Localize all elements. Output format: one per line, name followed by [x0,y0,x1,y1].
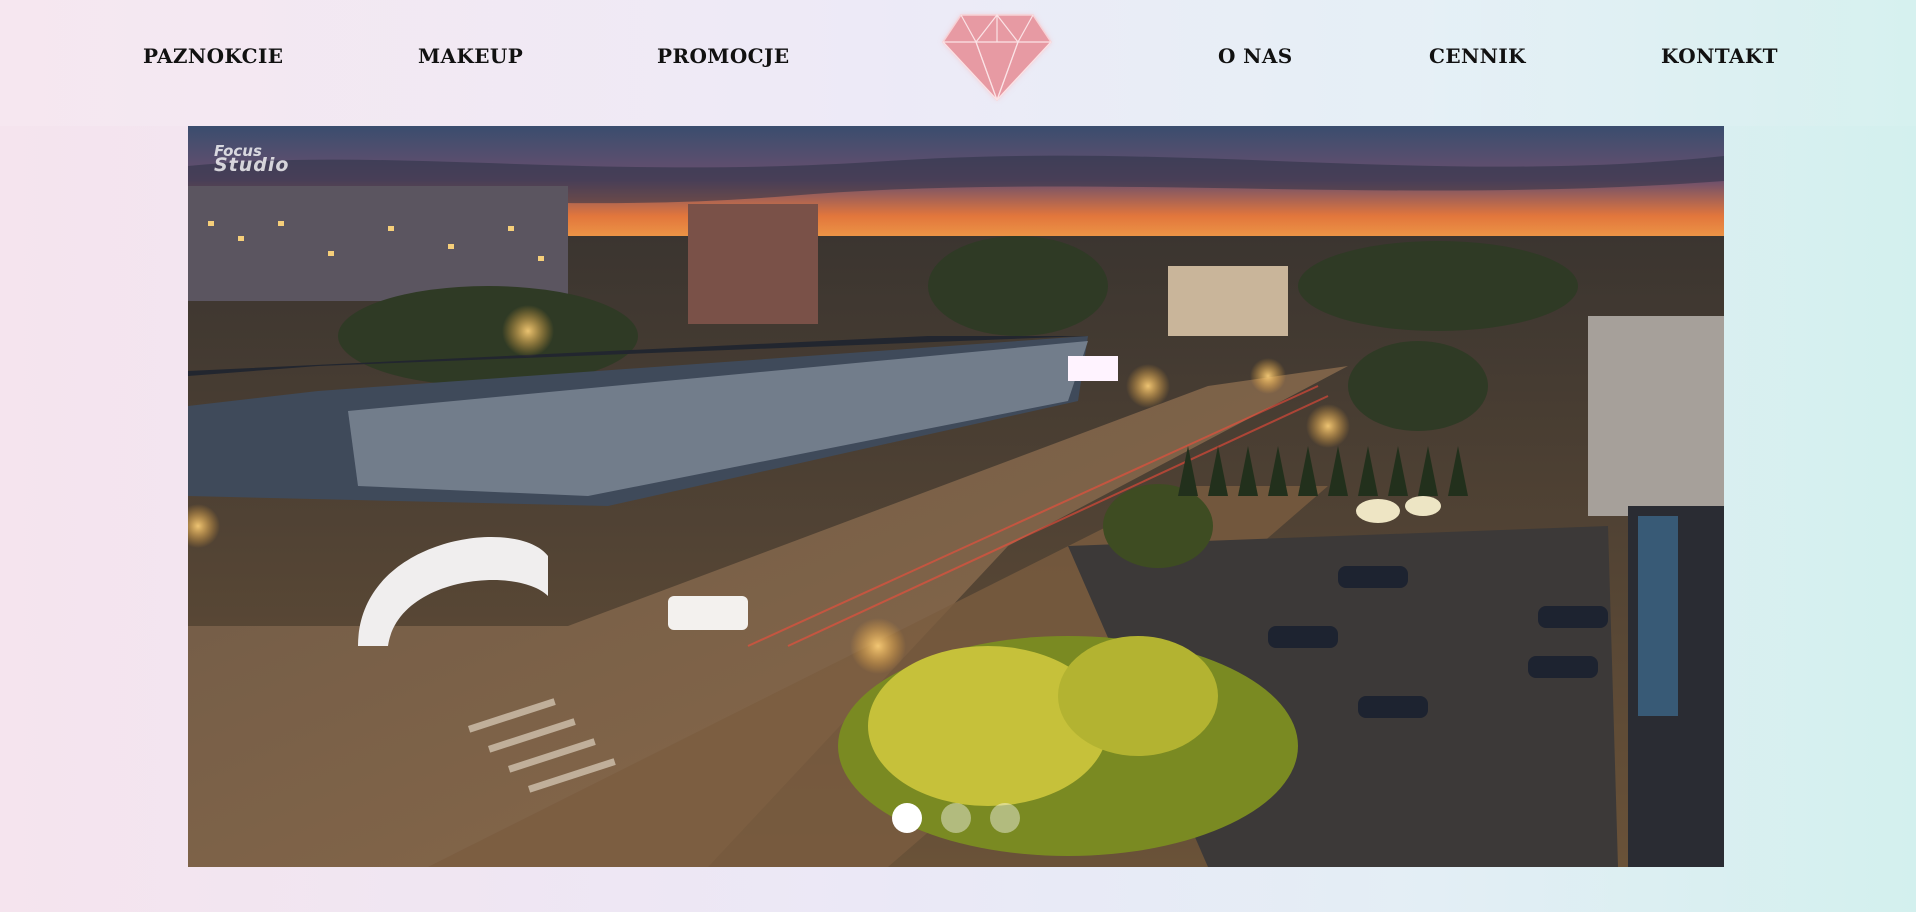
slider-dot-1[interactable] [892,803,922,833]
top-navigation-bar: PAZNOKCIE MAKEUP PROMOCJE O NAS CENNIK K… [0,0,1916,126]
slider-dot-3[interactable] [990,803,1020,833]
logo-diamond-icon[interactable] [936,10,1058,104]
nav-link-o-nas[interactable]: O NAS [1218,44,1293,68]
nav-link-paznokcie[interactable]: PAZNOKCIE [143,44,283,68]
hero-slide-image [188,126,1724,867]
nav-link-promocje[interactable]: PROMOCJE [657,44,789,68]
nav-link-makeup[interactable]: MAKEUP [418,44,523,68]
watermark-line2: Studio [214,154,290,176]
photo-watermark: Focus Studio [214,144,290,176]
nav-link-cennik[interactable]: CENNIK [1429,44,1526,68]
slider-dot-2[interactable] [941,803,971,833]
nav-link-kontakt[interactable]: KONTAKT [1661,44,1778,68]
slider-pagination [892,803,1020,833]
hero-slider[interactable]: Focus Studio [188,126,1724,867]
